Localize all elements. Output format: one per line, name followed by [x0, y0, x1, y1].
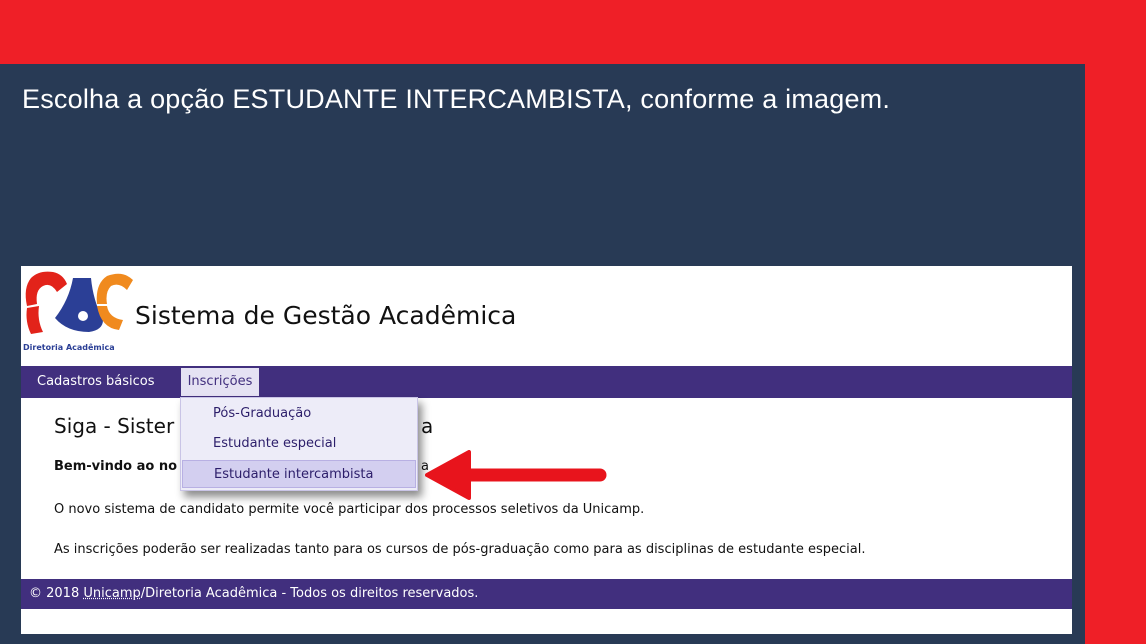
menu-item-pos-graduacao[interactable]: Pós-Graduação [182, 400, 416, 428]
site-footer: © 2018 Unicamp/Diretoria Acadêmica - Tod… [21, 579, 1072, 609]
nav-inscricoes[interactable]: Inscrições [181, 368, 259, 396]
nav-cadastros-basicos[interactable]: Cadastros básicos [37, 366, 155, 398]
menu-item-estudante-intercambista[interactable]: Estudante intercambista [182, 460, 416, 488]
footer-copyright: © 2018 [29, 586, 84, 601]
red-arrow-icon [425, 450, 607, 500]
site-header: Diretoria Acadêmica Sistema de Gestão Ac… [21, 266, 1072, 366]
logo-caption: Diretoria Acadêmica [23, 343, 115, 352]
footer-unicamp-link[interactable]: Unicamp [83, 586, 140, 601]
intro-paragraph: O novo sistema de candidato permite você… [54, 502, 645, 517]
page-title-start: Siga - Sister [54, 414, 175, 438]
instruction-heading: Escolha a opção ESTUDANTE INTERCAMBISTA,… [22, 84, 891, 114]
registration-paragraph: As inscrições poderão ser realizadas tan… [54, 542, 866, 557]
main-navbar: Cadastros básicos Inscrições [21, 366, 1072, 398]
dac-logo-icon [25, 271, 133, 334]
inscricoes-dropdown-menu: Pós-Graduação Estudante especial Estudan… [180, 397, 418, 491]
welcome-text-start: Bem-vindo ao no [54, 459, 178, 474]
page-title-end: a [421, 414, 434, 438]
menu-item-estudante-especial[interactable]: Estudante especial [182, 430, 416, 458]
footer-rights: /Diretoria Acadêmica - Todos os direitos… [140, 586, 479, 601]
system-title: Sistema de Gestão Acadêmica [135, 301, 517, 330]
